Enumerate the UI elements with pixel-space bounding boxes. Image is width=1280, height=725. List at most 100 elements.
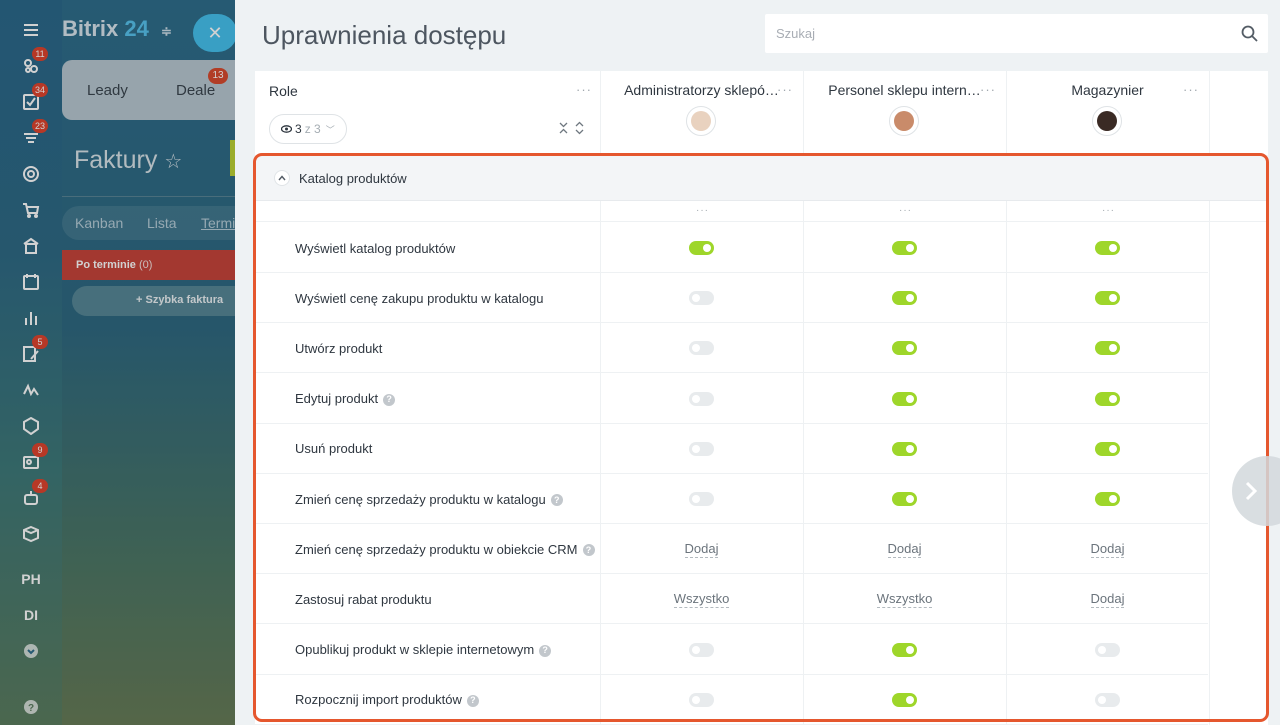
permission-toggle[interactable] [689,692,714,707]
permission-cell [600,424,803,474]
permission-cell: Wszystko [600,574,803,624]
column-menu-icon[interactable]: ··· [899,206,912,216]
toggle-knob [906,495,914,503]
search-input[interactable] [765,14,1225,53]
permission-cell [803,223,1006,273]
permission-label: Zmień cenę sprzedaży produktu w obiekcie… [295,524,595,574]
permission-toggle[interactable] [1095,492,1120,506]
permission-cell [1006,625,1209,675]
permission-toggle[interactable] [892,391,917,406]
role-column-warehouse: Magazynier ··· [1006,71,1209,153]
help-icon[interactable]: ? [466,694,479,707]
permission-cell [1006,374,1209,424]
permission-label-wrap: Edytuj produkt? [295,390,396,407]
role-menu-icon[interactable]: ··· [980,83,996,96]
permission-value-link[interactable]: Wszystko [673,591,730,608]
permission-toggle[interactable] [1095,291,1120,306]
role-name[interactable]: Administratorzy sklepó… [600,82,803,98]
permission-label-text: Wyświetl cenę zakupu produktu w katalogu [295,290,544,306]
toggle-knob [1109,444,1117,453]
permission-label-wrap: Rozpocznij import produktów? [295,691,479,708]
permission-toggle[interactable] [892,341,917,356]
role-column-admins: Administratorzy sklepó… ··· [600,71,803,153]
overlay-dim [0,0,242,725]
role-name[interactable]: Magazynier [1006,82,1209,98]
permission-cell: Wszystko [803,574,1006,624]
permission-toggle[interactable] [1095,642,1120,657]
avatar[interactable] [1092,106,1122,136]
toggle-knob [906,444,914,453]
permission-toggle[interactable] [892,291,917,306]
help-icon[interactable]: ? [550,494,563,507]
permission-toggle[interactable] [689,492,714,506]
toggle-knob [1109,394,1117,403]
permission-toggle[interactable] [689,441,714,456]
permission-toggle[interactable] [1095,391,1120,406]
toggle-knob [1109,344,1117,353]
permission-toggle[interactable] [1095,241,1120,255]
permission-toggle[interactable] [1095,692,1120,707]
avatar[interactable] [686,106,716,136]
permission-cell [1006,424,1209,474]
chevron-up-icon[interactable] [274,170,290,186]
permission-toggle[interactable] [892,492,917,506]
permission-label: Wyświetl cenę zakupu produktu w katalogu [295,273,595,323]
permission-label: Zmień cenę sprzedaży produktu w katalogu… [295,474,595,524]
permission-row: Rozpocznij import produktów? [255,675,1208,725]
permission-toggle[interactable] [892,241,917,255]
permission-toggle[interactable] [892,642,917,657]
help-icon[interactable]: ? [582,544,595,557]
permission-cell [600,474,803,524]
filter-total: z 3 [304,122,321,136]
column-menu-icon[interactable]: ··· [1102,206,1115,216]
permission-value-link[interactable]: Dodaj [1090,591,1125,608]
permission-cell [1006,675,1209,725]
permission-toggle[interactable] [1095,341,1120,356]
avatar[interactable] [889,106,919,136]
permission-row: Usuń produkt [255,424,1208,474]
permission-cell [803,374,1006,424]
permission-cell [803,474,1006,524]
role-menu-icon[interactable]: ··· [777,83,793,96]
permission-toggle[interactable] [689,341,714,356]
permission-label: Utwórz produkt [295,323,595,373]
collapse-all-icon[interactable] [558,120,569,136]
permission-label: Rozpocznij import produktów? [295,675,595,725]
permission-toggle[interactable] [689,391,714,406]
column-menu-icon[interactable]: ··· [696,206,709,216]
permission-label-text: Opublikuj produkt w sklepie internetowym [295,642,535,658]
permission-toggle[interactable] [689,241,714,255]
role-menu-icon[interactable]: ··· [1183,83,1199,96]
permission-toggle[interactable] [1095,441,1120,456]
permission-cell [600,625,803,675]
permission-toggle[interactable] [892,692,917,707]
toggle-knob [906,645,914,654]
permission-cell [600,273,803,323]
permission-value-link[interactable]: Wszystko [876,591,933,608]
permission-toggle[interactable] [689,642,714,657]
help-icon[interactable]: ? [539,644,552,657]
role-name[interactable]: Personel sklepu intern… [803,82,1006,98]
help-icon[interactable]: ? [383,393,396,406]
permission-label-wrap: Zmień cenę sprzedaży produktu w katalogu… [295,491,563,508]
permission-value-link[interactable]: Dodaj [684,541,719,558]
expand-all-icon[interactable] [574,120,585,136]
section-header[interactable]: Katalog produktów [255,155,1268,201]
role-column-title: Role [269,83,298,99]
section-title: Katalog produktów [299,171,407,186]
toggle-knob [703,244,711,252]
avatar-image [894,111,914,131]
role-column-menu-icon[interactable]: ··· [576,83,592,96]
permission-cell [803,424,1006,474]
permission-value-link[interactable]: Dodaj [887,541,922,558]
permission-row: Edytuj produkt? [255,374,1208,424]
section-column-menus: ··· ··· ··· [255,201,1268,222]
role-filter-dropdown[interactable]: 3 z 3 ﹀ [269,114,347,144]
search-icon[interactable] [1241,25,1258,42]
permission-toggle[interactable] [689,291,714,306]
toggle-knob [906,294,914,303]
permission-value-link[interactable]: Dodaj [1090,541,1125,558]
permission-label: Usuń produkt [295,424,595,474]
permissions-grid: Role ··· 3 z 3 ﹀ Administratorzy sklepó…… [255,71,1268,725]
permission-toggle[interactable] [892,441,917,456]
